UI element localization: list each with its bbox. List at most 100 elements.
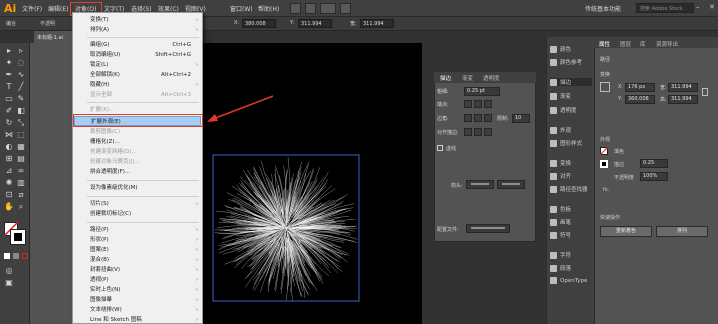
direct-selection-tool-icon[interactable]: ▹ [15, 46, 27, 56]
menu-ungroup[interactable]: 取消编组(U) Shift+Ctrl+G [74, 50, 201, 60]
bevel-join-button[interactable] [484, 114, 492, 122]
dock-graphic-styles[interactable]: 图形样式 [550, 139, 582, 147]
stroke-weight-field[interactable]: 0.25 pt [464, 87, 500, 96]
menu-help[interactable]: 帮助(H) [258, 4, 279, 13]
tab-properties[interactable]: 属性 [599, 40, 610, 48]
tab-stroke[interactable]: 描边 [440, 74, 451, 82]
eraser-tool-icon[interactable]: ◧ [15, 106, 27, 116]
width-tool-icon[interactable]: ⋈ [3, 130, 15, 140]
gpu-performance-button[interactable] [340, 3, 351, 14]
shaper-tool-icon[interactable]: ✐ [3, 106, 15, 116]
props-stroke-swatch[interactable] [600, 160, 608, 168]
menu-arrange[interactable]: 排列(A) › [74, 25, 201, 35]
minimize-icon[interactable]: – [696, 3, 700, 11]
fx-icon[interactable]: fx. [603, 187, 609, 193]
dock-appearance[interactable]: 外观 [550, 126, 571, 134]
selection-tool-icon[interactable]: ▸ [3, 46, 15, 56]
search-stock-input[interactable]: 搜索 Adobe Stock [636, 3, 694, 13]
menu-perspective[interactable]: 透视(P) › [74, 275, 201, 285]
menu-live-paint[interactable]: 实时上色(N) › [74, 285, 201, 295]
tab-gradient[interactable]: 渐变 [462, 74, 473, 82]
menu-lock[interactable]: 锁定(L) › [74, 60, 201, 70]
blend-tool-icon[interactable]: ∞ [15, 166, 27, 176]
gradient-mode-icon[interactable] [13, 253, 19, 259]
dock-paragraph[interactable]: 段落 [550, 264, 571, 272]
limit-field[interactable]: 10 [512, 114, 530, 123]
arrow-end-select[interactable] [497, 180, 525, 189]
menu-hide[interactable]: 隐藏(H) › [74, 80, 201, 90]
dock-gradient[interactable]: 渐变 [550, 92, 571, 100]
none-mode-icon[interactable] [22, 253, 28, 259]
tab-layers[interactable]: 图层 [620, 40, 631, 48]
arrange-button[interactable]: 排列 [656, 226, 708, 237]
profile-select[interactable] [466, 224, 510, 233]
gradient-tool-icon[interactable]: ▤ [15, 154, 27, 164]
zoom-tool-icon[interactable]: ⌕ [15, 202, 27, 212]
dock-color[interactable]: 颜色 [550, 45, 571, 53]
projecting-cap-button[interactable] [484, 100, 492, 108]
magic-wand-tool-icon[interactable]: ✦ [3, 58, 15, 68]
scale-tool-icon[interactable]: ⤡ [15, 118, 27, 128]
close-icon[interactable]: ✕ [709, 3, 715, 11]
menu-window[interactable]: 窗口(W) [230, 4, 253, 13]
symbol-sprayer-tool-icon[interactable]: ✺ [3, 178, 15, 188]
menu-line-sketch-art[interactable]: Line 和 Sketch 图稿 › [74, 315, 201, 324]
slice-tool-icon[interactable]: ⧄ [15, 190, 27, 200]
menu-rasterize[interactable]: 栅格化(Z)... [74, 137, 201, 147]
constrain-proportions-icon[interactable] [702, 88, 708, 96]
props-stroke-weight-field[interactable]: 0.25 [640, 159, 668, 168]
menu-blend[interactable]: 混合(B) › [74, 255, 201, 265]
draw-mode-icon[interactable]: ◎ [3, 266, 15, 276]
tab-transparency[interactable]: 透明度 [483, 74, 500, 82]
round-join-button[interactable] [474, 114, 482, 122]
dock-opentype[interactable]: OpenType [550, 277, 587, 284]
dock-transparency[interactable]: 透明度 [550, 106, 577, 114]
menu-create-trim-marks[interactable]: 创建裁切标记(C) [74, 209, 201, 219]
hand-tool-icon[interactable]: ✋ [3, 202, 15, 212]
menu-path[interactable]: 路径(P) › [74, 225, 201, 235]
menu-pixel-optimize[interactable]: 设为像素级优化(M) [74, 183, 201, 193]
dock-brushes[interactable]: 画笔 [550, 218, 571, 226]
dock-color-guide[interactable]: 颜色参考 [550, 58, 582, 66]
lasso-tool-icon[interactable]: ◌ [15, 58, 27, 68]
pen-tool-icon[interactable]: ✒ [3, 70, 15, 80]
recolor-button[interactable]: 重新着色 [600, 226, 652, 237]
menu-group[interactable]: 编组(G) Ctrl+G [74, 40, 201, 50]
align-inside-button[interactable] [474, 128, 482, 136]
miter-join-button[interactable] [464, 114, 472, 122]
color-mode-icon[interactable] [4, 253, 10, 259]
stock-button[interactable] [305, 3, 316, 14]
dock-transform[interactable]: 变换 [550, 159, 571, 167]
props-opacity-field[interactable]: 100% [640, 172, 668, 181]
workspace-switcher[interactable]: 传统基本功能 [585, 4, 621, 13]
menu-image-trace[interactable]: 图像描摹 › [74, 295, 201, 305]
menu-shape[interactable]: 形状(P) › [74, 235, 201, 245]
eyedropper-tool-icon[interactable]: ⊿ [3, 166, 15, 176]
props-x-field[interactable]: 176 px [625, 83, 655, 92]
arrow-start-select[interactable] [466, 180, 494, 189]
mesh-tool-icon[interactable]: ⊞ [3, 154, 15, 164]
x-field[interactable]: 380.008 [242, 19, 276, 28]
menu-create-gradient-mesh[interactable]: 创建渐变网格(D)... [74, 147, 201, 157]
align-outside-button[interactable] [484, 128, 492, 136]
dashed-checkbox[interactable] [437, 145, 443, 151]
dock-symbols[interactable]: 符号 [550, 231, 571, 239]
arrange-documents-button[interactable] [320, 3, 336, 14]
butt-cap-button[interactable] [464, 100, 472, 108]
paintbrush-tool-icon[interactable]: ✎ [15, 94, 27, 104]
y-field[interactable]: 311.994 [298, 19, 332, 28]
reference-point-icon[interactable] [600, 82, 610, 92]
screen-mode-icon[interactable]: ▣ [3, 278, 15, 288]
props-h-field[interactable]: 311.994 [668, 95, 698, 104]
menu-transform[interactable]: 变换(T) › [74, 15, 201, 25]
menu-unlock-all[interactable]: 全部解锁(K) Alt+Ctrl+2 [74, 70, 201, 80]
round-cap-button[interactable] [474, 100, 482, 108]
bridge-button[interactable] [290, 3, 301, 14]
free-transform-tool-icon[interactable]: ⬚ [15, 130, 27, 140]
artboard-tool-icon[interactable]: ⊡ [3, 190, 15, 200]
menu-create-object-mosaic[interactable]: 创建对象马赛克(J)... [74, 157, 201, 167]
tab-asset-export[interactable]: 资源导出 [656, 40, 678, 48]
column-graph-tool-icon[interactable]: ▥ [15, 178, 27, 188]
menu-slice[interactable]: 切片(S) › [74, 199, 201, 209]
rectangle-tool-icon[interactable]: ▭ [3, 94, 15, 104]
